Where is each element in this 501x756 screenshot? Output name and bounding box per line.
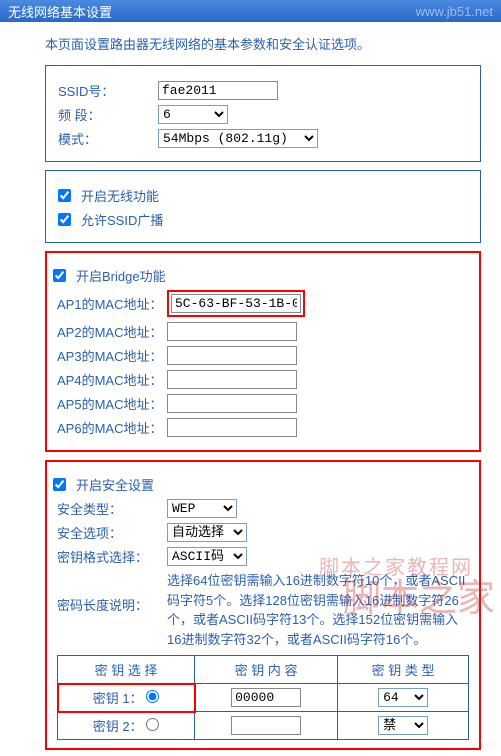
key-2-type-select[interactable]: 禁 [378, 716, 428, 735]
bridge-section: 开启Bridge功能 AP1的MAC地址： AP2的MAC地址： AP3的MAC地址… [45, 251, 481, 452]
enable-security-label: 开启安全设置 [76, 475, 154, 494]
key-table-header-type: 密 钥 类 型 [338, 656, 469, 684]
page-description: 本页面设置路由器无线网络的基本参数和安全认证选项。 [45, 34, 481, 53]
ap3-mac-input[interactable] [167, 346, 297, 365]
security-section: 开启安全设置 安全类型： WEP 安全选项： 自动选择 密钥格式选择： ASCI… [45, 460, 481, 750]
key-1-type-select[interactable]: 64 [378, 688, 428, 707]
band-select[interactable]: 6 [158, 105, 228, 124]
key-table: 密 钥 选 择 密 钥 内 容 密 钥 类 型 密钥 1： 64 密钥 2： 禁 [57, 655, 469, 740]
key-2-input[interactable] [231, 716, 301, 735]
ap3-mac-label: AP3的MAC地址： [57, 346, 167, 365]
security-option-label: 安全选项： [57, 523, 167, 542]
key-length-note: 选择64位密钥需输入16进制数字符10个，或者ASCII码字符5个。选择128位… [167, 571, 469, 649]
enable-bridge-checkbox[interactable] [53, 269, 66, 282]
security-option-select[interactable]: 自动选择 [167, 523, 247, 542]
ap6-mac-input[interactable] [167, 418, 297, 437]
security-type-label: 安全类型： [57, 499, 167, 518]
key-1-input[interactable] [231, 688, 301, 707]
security-type-select[interactable]: WEP [167, 499, 237, 518]
key-2-radio[interactable] [146, 718, 159, 731]
key-format-select[interactable]: ASCII码 [167, 547, 247, 566]
window-title: 无线网络基本设置 [8, 2, 112, 21]
key-table-header-select: 密 钥 选 择 [58, 656, 195, 684]
ap1-mac-label: AP1的MAC地址： [57, 294, 167, 313]
ap4-mac-input[interactable] [167, 370, 297, 389]
band-label: 频 段： [58, 105, 158, 124]
ap4-mac-label: AP4的MAC地址： [57, 370, 167, 389]
enable-bridge-label: 开启Bridge功能 [76, 266, 166, 285]
allow-ssid-label: 允许SSID广播 [81, 210, 163, 229]
wireless-options-box: 开启无线功能 允许SSID广播 [45, 170, 481, 243]
ap2-mac-label: AP2的MAC地址： [57, 322, 167, 341]
ap1-mac-input[interactable] [171, 294, 301, 313]
key-table-header-content: 密 钥 内 容 [195, 656, 338, 684]
ap5-mac-label: AP5的MAC地址： [57, 394, 167, 413]
enable-security-checkbox[interactable] [53, 478, 66, 491]
allow-ssid-checkbox[interactable] [58, 213, 71, 226]
basic-settings-box: SSID号： 频 段： 6 模式： 54Mbps (802.11g) [45, 65, 481, 162]
window-titlebar: 无线网络基本设置 www.jb51.net [0, 0, 501, 22]
key-2-label: 密钥 2： [93, 719, 143, 734]
watermark-url: www.jb51.net [416, 4, 493, 19]
mode-label: 模式： [58, 129, 158, 148]
ssid-label: SSID号： [58, 81, 158, 100]
key-length-label: 密码长度说明： [57, 595, 167, 614]
key-2-cell: 密钥 2： [58, 712, 195, 740]
key-1-radio[interactable] [146, 690, 159, 703]
ap6-mac-label: AP6的MAC地址： [57, 418, 167, 437]
mode-select[interactable]: 54Mbps (802.11g) [158, 129, 318, 148]
ap2-mac-input[interactable] [167, 322, 297, 341]
key-1-label: 密钥 1： [93, 691, 143, 706]
key-format-label: 密钥格式选择： [57, 547, 167, 566]
enable-wireless-label: 开启无线功能 [81, 186, 159, 205]
key-1-cell: 密钥 1： [58, 684, 195, 712]
ssid-input[interactable] [158, 81, 278, 100]
ap5-mac-input[interactable] [167, 394, 297, 413]
enable-wireless-checkbox[interactable] [58, 189, 71, 202]
